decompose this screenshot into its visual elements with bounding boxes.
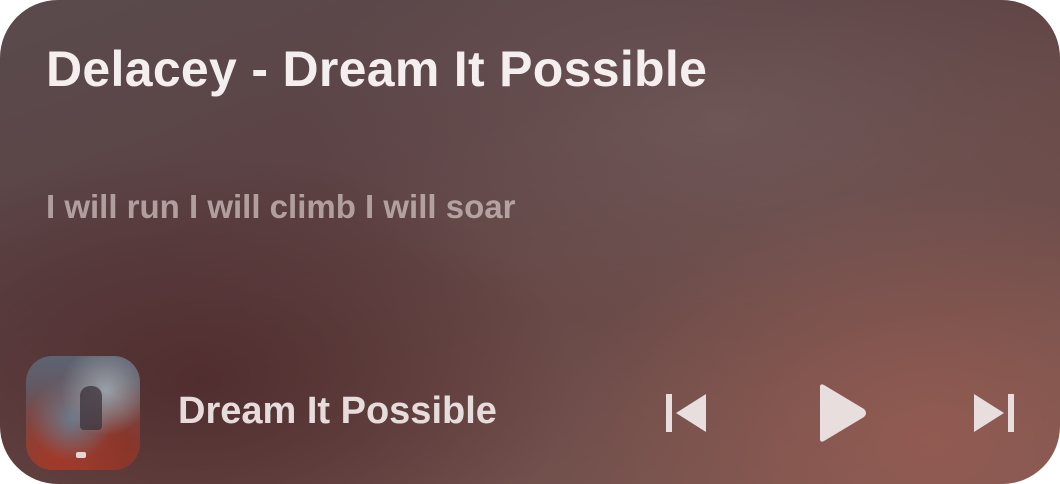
song-title: Dream It Possible [178,390,497,432]
play-icon [820,384,866,442]
track-title: Delacey - Dream It Possible [46,41,708,97]
play-button[interactable] [804,380,876,446]
next-button[interactable] [962,380,1028,446]
album-art[interactable] [26,356,140,470]
album-art-highlight [76,452,86,458]
album-art-figure [80,386,102,430]
lyric-line: I will run I will climb I will soar [46,188,516,225]
previous-track-icon [666,394,706,432]
previous-button[interactable] [652,380,718,446]
music-widget[interactable]: Delacey - Dream It Possible I will run I… [0,0,1060,484]
next-track-icon [974,394,1014,432]
